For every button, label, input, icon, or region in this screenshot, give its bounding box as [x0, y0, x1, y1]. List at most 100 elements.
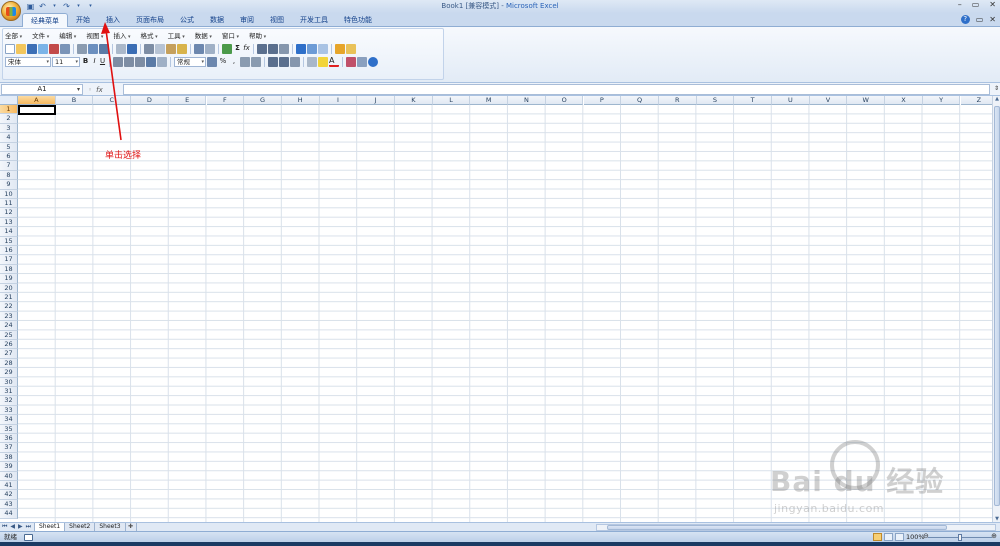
row-header[interactable]: 24 — [0, 321, 18, 331]
row-header[interactable]: 18 — [0, 264, 18, 275]
active-cell-a1[interactable] — [18, 105, 56, 115]
row-header[interactable]: 27 — [0, 349, 18, 359]
row-header[interactable]: 44 — [0, 509, 18, 519]
menu-all[interactable]: 全部 — [5, 31, 22, 41]
column-header[interactable]: W — [847, 96, 886, 105]
format-painter-icon[interactable] — [177, 44, 187, 54]
horizontal-scrollbar[interactable] — [596, 524, 996, 531]
row-header[interactable]: 19 — [0, 274, 18, 284]
tab-view[interactable]: 视图 — [262, 13, 292, 27]
row-header[interactable]: 16 — [0, 246, 18, 256]
cancel-edit-icon[interactable]: ◦ — [88, 86, 92, 94]
fill-color-icon[interactable] — [318, 57, 328, 67]
tab-developer[interactable]: 开发工具 — [292, 13, 336, 27]
picture-icon[interactable] — [346, 57, 356, 67]
conditional-format-icon[interactable] — [290, 57, 300, 67]
column-header[interactable]: I — [319, 96, 358, 105]
row-header[interactable]: 20 — [0, 283, 18, 293]
row-header[interactable]: 36 — [0, 434, 18, 444]
cut-icon[interactable] — [144, 44, 154, 54]
row-header[interactable]: 41 — [0, 481, 18, 491]
column-header[interactable]: N — [508, 96, 546, 105]
macro-record-icon[interactable] — [24, 534, 33, 541]
align-left-icon[interactable] — [113, 57, 123, 67]
comma-button[interactable]: , — [229, 57, 239, 67]
first-sheet-icon[interactable]: ⏮ — [2, 523, 7, 531]
menu-help[interactable]: 帮助 — [249, 31, 266, 41]
underline-button[interactable]: U — [99, 57, 106, 67]
hyperlink-icon[interactable] — [222, 44, 232, 54]
close-button[interactable]: ✕ — [989, 0, 996, 9]
print-preview-icon[interactable] — [60, 44, 70, 54]
tab-data[interactable]: 数据 — [202, 13, 232, 27]
increase-decimal-icon[interactable] — [240, 57, 250, 67]
row-header[interactable]: 8 — [0, 170, 18, 181]
menu-format[interactable]: 格式 — [141, 31, 158, 41]
column-header[interactable]: A — [18, 96, 56, 105]
tab-insert[interactable]: 插入 — [98, 13, 128, 27]
name-box[interactable]: A1 — [1, 84, 83, 95]
drawing-icon[interactable] — [307, 44, 317, 54]
folder-icon[interactable] — [346, 44, 356, 54]
minimize-button[interactable]: – — [958, 0, 962, 9]
menu-view[interactable]: 视图 — [86, 31, 103, 41]
tab-page-layout[interactable]: 页面布局 — [128, 13, 172, 27]
frame-icon[interactable] — [318, 44, 328, 54]
insert-function-icon[interactable]: fx — [243, 44, 250, 54]
zoom-slider-knob[interactable] — [958, 534, 962, 541]
row-header[interactable]: 39 — [0, 462, 18, 472]
vertical-scrollbar[interactable]: ▲ ▼ — [992, 96, 1000, 522]
row-header[interactable]: 13 — [0, 217, 18, 228]
currency-icon[interactable] — [207, 57, 217, 67]
column-header[interactable]: L — [432, 96, 471, 105]
help-icon[interactable] — [368, 57, 378, 67]
row-header[interactable]: 9 — [0, 180, 18, 190]
row-header[interactable]: 33 — [0, 405, 18, 416]
save-icon[interactable] — [27, 44, 37, 54]
row-header[interactable]: 1 — [0, 105, 18, 115]
row-header[interactable]: 30 — [0, 377, 18, 387]
vertical-scroll-thumb[interactable] — [994, 106, 1000, 506]
last-sheet-icon[interactable]: ⏭ — [26, 523, 31, 531]
row-header[interactable]: 3 — [0, 123, 18, 134]
row-header[interactable]: 38 — [0, 452, 18, 463]
page-break-view-icon[interactable] — [895, 533, 904, 541]
column-header[interactable]: B — [55, 96, 94, 105]
zoom-slider[interactable]: ⊖ ⊕ — [923, 532, 997, 541]
decrease-indent-icon[interactable] — [268, 57, 278, 67]
decrease-decimal-icon[interactable] — [251, 57, 261, 67]
sort-descending-icon[interactable] — [268, 44, 278, 54]
row-header[interactable]: 28 — [0, 358, 18, 369]
copy-icon[interactable] — [155, 44, 165, 54]
chart-icon[interactable] — [296, 44, 306, 54]
restore-ribbon-icon[interactable]: ▭ — [976, 15, 984, 24]
menu-edit[interactable]: 编辑 — [59, 31, 76, 41]
row-header[interactable]: 7 — [0, 161, 18, 171]
open-icon[interactable] — [16, 44, 26, 54]
wrap-text-icon[interactable] — [157, 57, 167, 67]
permission-icon[interactable] — [38, 44, 48, 54]
column-header[interactable]: C — [93, 96, 132, 105]
row-header[interactable]: 12 — [0, 208, 18, 218]
normal-view-icon[interactable] — [873, 533, 882, 541]
font-size-combo[interactable]: 11 — [52, 57, 80, 67]
row-header[interactable]: 32 — [0, 396, 18, 406]
row-header[interactable]: 42 — [0, 490, 18, 500]
tab-home[interactable]: 开始 — [68, 13, 98, 27]
zoom-in-icon[interactable]: ⊕ — [991, 532, 997, 540]
column-header[interactable]: G — [244, 96, 282, 105]
column-header[interactable]: K — [395, 96, 433, 105]
column-header[interactable]: D — [131, 96, 169, 105]
spellcheck-icon[interactable] — [116, 44, 126, 54]
column-header[interactable]: Z — [960, 96, 992, 105]
align-right-icon[interactable] — [135, 57, 145, 67]
column-header[interactable]: P — [583, 96, 622, 105]
percent-button[interactable]: % — [218, 57, 228, 67]
new-icon[interactable] — [5, 44, 15, 54]
column-header[interactable]: U — [772, 96, 810, 105]
macro-icon[interactable] — [335, 44, 345, 54]
row-header[interactable]: 29 — [0, 368, 18, 378]
row-header[interactable]: 2 — [0, 114, 18, 124]
row-header[interactable]: 26 — [0, 340, 18, 350]
row-header[interactable]: 21 — [0, 293, 18, 303]
